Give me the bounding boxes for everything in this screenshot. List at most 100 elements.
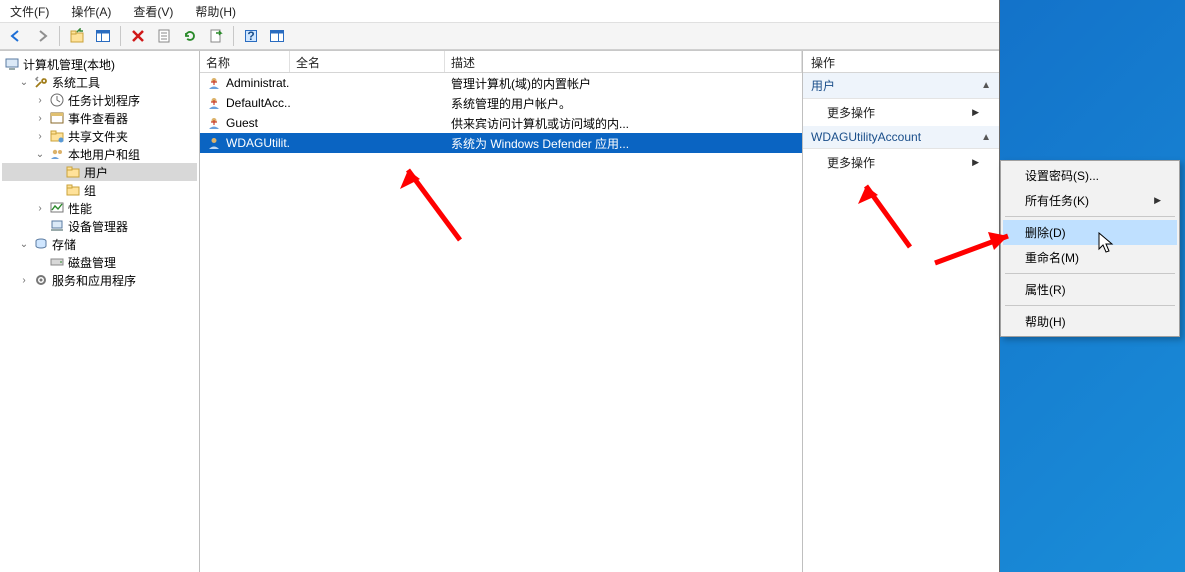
tree-label: 共享文件夹 bbox=[68, 128, 128, 145]
cm-rename[interactable]: 重命名(M) bbox=[1003, 245, 1177, 270]
cm-properties[interactable]: 属性(R) bbox=[1003, 277, 1177, 302]
tree-event-viewer[interactable]: › 事件查看器 bbox=[2, 109, 197, 127]
disk-icon bbox=[49, 254, 65, 270]
cell-name: Guest bbox=[226, 116, 258, 130]
tree-shared-folders[interactable]: › 共享文件夹 bbox=[2, 127, 197, 145]
toolbar-separator bbox=[120, 26, 121, 46]
computer-mgmt-icon bbox=[4, 56, 20, 72]
cm-help[interactable]: 帮助(H) bbox=[1003, 309, 1177, 334]
actions-group-account[interactable]: WDAGUtilityAccount ▲ bbox=[803, 126, 999, 149]
expand-icon[interactable]: › bbox=[34, 131, 46, 142]
tree-device-manager[interactable]: 设备管理器 bbox=[2, 217, 197, 235]
collapse-icon[interactable]: ⌄ bbox=[34, 149, 46, 160]
list-row-selected[interactable]: WDAGUtilit... 系统为 Windows Defender 应用... bbox=[200, 133, 802, 153]
list-header: 名称 全名 描述 bbox=[200, 51, 802, 73]
up-button[interactable] bbox=[65, 25, 89, 47]
toolbar-separator bbox=[59, 26, 60, 46]
chevron-right-icon: ▶ bbox=[972, 107, 979, 118]
clock-icon bbox=[49, 92, 65, 108]
chevron-up-icon: ▲ bbox=[981, 80, 991, 91]
cell-description: 供来宾访问计算机或访问域的内... bbox=[445, 115, 802, 132]
tree-performance[interactable]: › 性能 bbox=[2, 199, 197, 217]
show-hide-tree-button[interactable] bbox=[91, 25, 115, 47]
expand-icon[interactable]: › bbox=[34, 95, 46, 106]
column-name[interactable]: 名称 bbox=[200, 51, 290, 72]
tree-local-users-groups[interactable]: ⌄ 本地用户和组 bbox=[2, 145, 197, 163]
cell-description: 系统管理的用户帐户。 bbox=[445, 95, 802, 112]
tree-services-apps[interactable]: › 服务和应用程序 bbox=[2, 271, 197, 289]
cm-item-label: 所有任务(K) bbox=[1025, 192, 1089, 209]
cm-delete[interactable]: 删除(D) bbox=[1003, 220, 1177, 245]
tree-users[interactable]: 用户 bbox=[2, 163, 197, 181]
menu-help[interactable]: 帮助(H) bbox=[191, 1, 240, 22]
shared-folders-icon bbox=[49, 128, 65, 144]
tree-disk-management[interactable]: 磁盘管理 bbox=[2, 253, 197, 271]
user-icon bbox=[206, 115, 222, 131]
tree-root[interactable]: 计算机管理(本地) bbox=[2, 55, 197, 73]
tree-label: 设备管理器 bbox=[68, 218, 128, 235]
cm-set-password[interactable]: 设置密码(S)... bbox=[1003, 163, 1177, 188]
tree-label: 磁盘管理 bbox=[68, 254, 116, 271]
context-menu: 设置密码(S)... 所有任务(K) ▶ 删除(D) 重命名(M) 属性(R) … bbox=[1000, 160, 1180, 337]
actions-group-users[interactable]: 用户 ▲ bbox=[803, 73, 999, 99]
submenu-arrow-icon: ▶ bbox=[1154, 195, 1161, 206]
menubar: 文件(F) 操作(A) 查看(V) 帮助(H) bbox=[0, 0, 999, 22]
tree-label: 组 bbox=[84, 182, 96, 199]
properties-button[interactable] bbox=[152, 25, 176, 47]
tree-label: 服务和应用程序 bbox=[52, 272, 136, 289]
folder-icon bbox=[65, 164, 81, 180]
tree-task-scheduler[interactable]: › 任务计划程序 bbox=[2, 91, 197, 109]
folder-icon bbox=[65, 182, 81, 198]
user-icon bbox=[206, 135, 222, 151]
cell-description: 管理计算机(域)的内置帐户 bbox=[445, 75, 802, 92]
actions-more-account[interactable]: 更多操作 ▶ bbox=[803, 149, 999, 176]
cm-separator bbox=[1005, 216, 1175, 217]
expand-icon[interactable]: › bbox=[34, 203, 46, 214]
expand-icon[interactable]: › bbox=[34, 113, 46, 124]
collapse-icon[interactable]: ⌄ bbox=[18, 239, 30, 250]
cell-name: WDAGUtilit... bbox=[226, 136, 290, 150]
tree-label: 系统工具 bbox=[52, 74, 100, 91]
expand-icon[interactable]: › bbox=[18, 275, 30, 286]
tree-label: 存储 bbox=[52, 236, 76, 253]
show-hide-action-pane-button[interactable] bbox=[265, 25, 289, 47]
list-pane: 名称 全名 描述 Administrat... 管理计算机(域)的内置帐户 bbox=[200, 51, 803, 572]
tree-storage[interactable]: ⌄ 存储 bbox=[2, 235, 197, 253]
cm-separator bbox=[1005, 273, 1175, 274]
performance-icon bbox=[49, 200, 65, 216]
list-row[interactable]: Guest 供来宾访问计算机或访问域的内... bbox=[200, 113, 802, 133]
toolbar-separator bbox=[233, 26, 234, 46]
actions-pane: 操作 用户 ▲ 更多操作 ▶ WDAGUtilityAccount ▲ 更多操作… bbox=[803, 51, 999, 572]
column-description[interactable]: 描述 bbox=[445, 51, 802, 72]
menu-action[interactable]: 操作(A) bbox=[67, 1, 115, 22]
cm-all-tasks[interactable]: 所有任务(K) ▶ bbox=[1003, 188, 1177, 213]
tree-pane[interactable]: 计算机管理(本地) ⌄ 系统工具 › 任务计划程序 › bbox=[0, 51, 200, 572]
tree-label: 用户 bbox=[84, 164, 108, 181]
list-row[interactable]: Administrat... 管理计算机(域)的内置帐户 bbox=[200, 73, 802, 93]
refresh-button[interactable] bbox=[178, 25, 202, 47]
back-button[interactable] bbox=[4, 25, 28, 47]
list-rows[interactable]: Administrat... 管理计算机(域)的内置帐户 DefaultAcc.… bbox=[200, 73, 802, 572]
mmc-window: 文件(F) 操作(A) 查看(V) 帮助(H) bbox=[0, 0, 1000, 572]
delete-button[interactable] bbox=[126, 25, 150, 47]
cell-name: DefaultAcc... bbox=[226, 96, 290, 110]
mmc-body: 计算机管理(本地) ⌄ 系统工具 › 任务计划程序 › bbox=[0, 50, 999, 572]
cell-name: Administrat... bbox=[226, 76, 290, 90]
column-fullname[interactable]: 全名 bbox=[290, 51, 445, 72]
export-list-button[interactable] bbox=[204, 25, 228, 47]
menu-file[interactable]: 文件(F) bbox=[6, 1, 53, 22]
help-button[interactable]: ? bbox=[239, 25, 263, 47]
list-row[interactable]: DefaultAcc... 系统管理的用户帐户。 bbox=[200, 93, 802, 113]
actions-more-users[interactable]: 更多操作 ▶ bbox=[803, 99, 999, 126]
actions-item-label: 更多操作 bbox=[827, 154, 875, 171]
device-manager-icon bbox=[49, 218, 65, 234]
tree-system-tools[interactable]: ⌄ 系统工具 bbox=[2, 73, 197, 91]
user-icon bbox=[206, 95, 222, 111]
services-icon bbox=[33, 272, 49, 288]
actions-item-label: 更多操作 bbox=[827, 104, 875, 121]
forward-button[interactable] bbox=[30, 25, 54, 47]
tree-groups[interactable]: 组 bbox=[2, 181, 197, 199]
menu-view[interactable]: 查看(V) bbox=[129, 1, 177, 22]
storage-icon bbox=[33, 236, 49, 252]
expand-icon[interactable]: ⌄ bbox=[18, 77, 30, 88]
